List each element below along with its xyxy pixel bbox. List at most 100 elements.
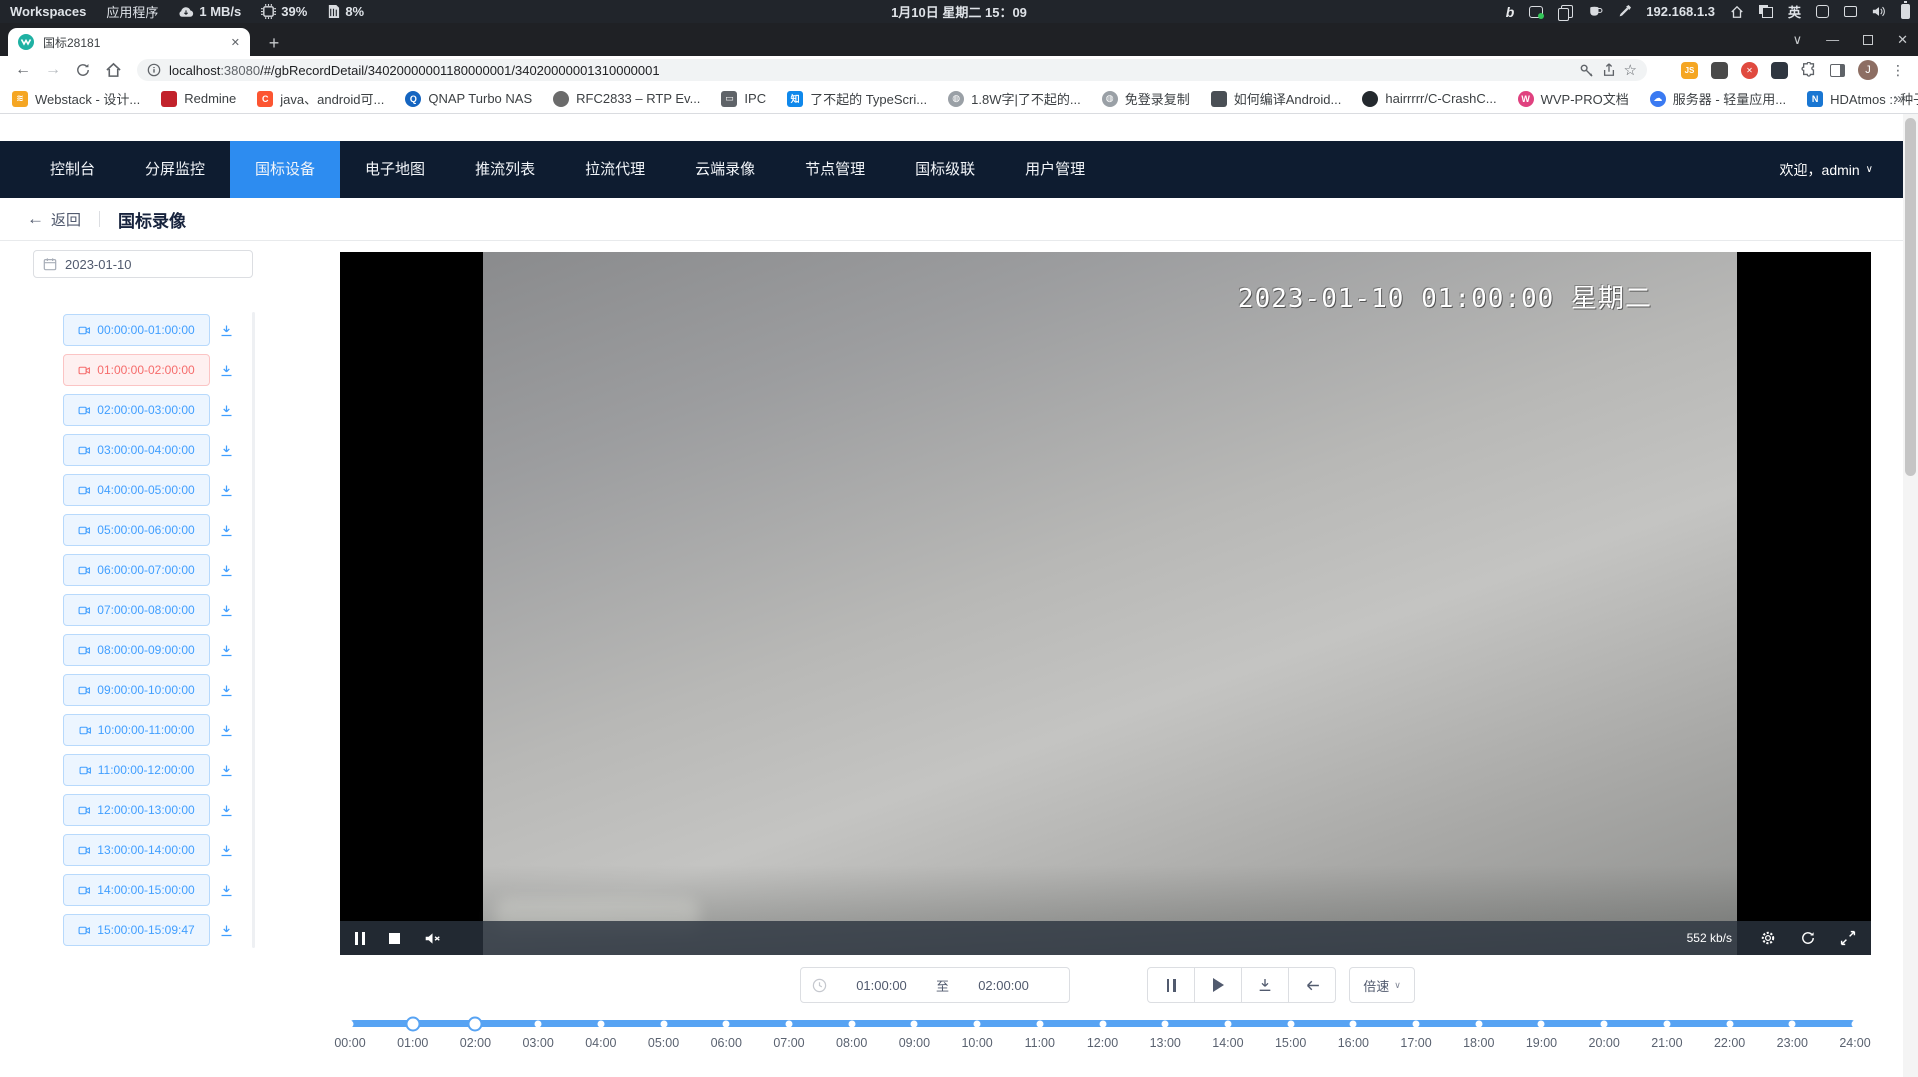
pause-button[interactable] bbox=[1147, 967, 1195, 1003]
timeline-slider[interactable] bbox=[350, 1012, 1855, 1032]
timeline-handle[interactable] bbox=[468, 1016, 483, 1031]
segment-download-icon[interactable] bbox=[219, 603, 234, 618]
timeline-handle[interactable] bbox=[405, 1016, 420, 1031]
bookmark-item[interactable]: Cjava、android可... bbox=[257, 89, 384, 108]
recording-segment-button[interactable]: 00:00:00-01:00:00 bbox=[63, 314, 210, 346]
time-range-input[interactable]: 01:00:00 至 02:00:00 bbox=[800, 967, 1070, 1003]
start-time-value[interactable]: 01:00:00 bbox=[827, 978, 936, 993]
player-settings-icon[interactable] bbox=[1760, 930, 1776, 946]
window-close-icon[interactable]: ✕ bbox=[1897, 32, 1908, 48]
address-bar[interactable]: localhost:38080/#/gbRecordDetail/3402000… bbox=[137, 59, 1647, 81]
password-key-icon[interactable] bbox=[1579, 63, 1594, 78]
recording-segment-button[interactable]: 13:00:00-14:00:00 bbox=[63, 834, 210, 866]
segment-download-icon[interactable] bbox=[219, 923, 234, 938]
bookmark-item[interactable]: ◍免登录复制 bbox=[1102, 89, 1190, 108]
toolbar-home-icon[interactable] bbox=[98, 62, 128, 78]
fullscreen-icon[interactable] bbox=[1840, 930, 1856, 946]
window-minimize-icon[interactable]: — bbox=[1826, 32, 1839, 47]
recording-list-scrollbar[interactable] bbox=[252, 312, 255, 948]
nav-item-6[interactable]: 拉流代理 bbox=[560, 141, 670, 198]
volume-muted-icon[interactable] bbox=[424, 931, 441, 946]
recording-segment-button[interactable]: 04:00:00-05:00:00 bbox=[63, 474, 210, 506]
end-time-value[interactable]: 02:00:00 bbox=[949, 978, 1058, 993]
recording-segment-button[interactable]: 10:00:00-11:00:00 bbox=[63, 714, 210, 746]
browser-tab[interactable]: 国标28181 ✕ bbox=[8, 28, 250, 56]
bookmark-item[interactable]: 知了不起的 TypeScri... bbox=[787, 89, 927, 108]
recording-segment-button[interactable]: 12:00:00-13:00:00 bbox=[63, 794, 210, 826]
profile-avatar[interactable]: J bbox=[1858, 60, 1878, 80]
segment-download-icon[interactable] bbox=[219, 323, 234, 338]
segment-download-icon[interactable] bbox=[219, 643, 234, 658]
recording-segment-button[interactable]: 03:00:00-04:00:00 bbox=[63, 434, 210, 466]
recording-segment-button[interactable]: 06:00:00-07:00:00 bbox=[63, 554, 210, 586]
adblock-extension-icon[interactable]: ✕ bbox=[1741, 62, 1758, 79]
bookmark-item[interactable]: ◍1.8W字|了不起的... bbox=[948, 89, 1081, 108]
screenshot-icon[interactable] bbox=[1529, 6, 1543, 18]
nav-item-4[interactable]: 电子地图 bbox=[340, 141, 450, 198]
bookmark-item[interactable]: QQNAP Turbo NAS bbox=[405, 91, 532, 107]
ime-indicator[interactable]: 英 bbox=[1788, 2, 1801, 21]
browser-menu-icon[interactable]: ⋮ bbox=[1891, 62, 1905, 79]
color-picker-icon[interactable] bbox=[1618, 5, 1631, 18]
applications-menu[interactable]: 应用程序 bbox=[106, 2, 158, 21]
home-icon[interactable] bbox=[1730, 5, 1744, 19]
clipboard-icon[interactable] bbox=[1561, 5, 1573, 18]
volume-icon[interactable] bbox=[1872, 5, 1886, 18]
extensions-puzzle-icon[interactable] bbox=[1801, 62, 1817, 78]
nav-item-1[interactable]: 控制台 bbox=[25, 141, 120, 198]
coffee-icon[interactable] bbox=[1588, 5, 1603, 18]
nav-item-3[interactable]: 国标设备 bbox=[230, 141, 340, 198]
bookmark-item[interactable]: 如何编译Android... bbox=[1211, 89, 1342, 108]
extension-js-icon[interactable]: JS bbox=[1681, 62, 1698, 79]
recording-segment-button[interactable]: 11:00:00-12:00:00 bbox=[63, 754, 210, 786]
nav-item-10[interactable]: 用户管理 bbox=[1000, 141, 1110, 198]
clock[interactable]: 1月10日 星期二 15：09 bbox=[891, 2, 1027, 21]
segment-download-icon[interactable] bbox=[219, 843, 234, 858]
reload-icon[interactable] bbox=[68, 62, 98, 78]
bookmark-star-icon[interactable]: ☆ bbox=[1624, 61, 1637, 79]
nav-item-8[interactable]: 节点管理 bbox=[780, 141, 890, 198]
segment-download-icon[interactable] bbox=[219, 403, 234, 418]
user-menu[interactable]: 欢迎，admin ∨ bbox=[1780, 160, 1873, 180]
forward-icon[interactable]: → bbox=[38, 61, 68, 79]
extension-icon-4[interactable] bbox=[1771, 62, 1788, 79]
seek-back-button[interactable] bbox=[1288, 967, 1336, 1003]
segment-download-icon[interactable] bbox=[219, 683, 234, 698]
segment-download-icon[interactable] bbox=[219, 723, 234, 738]
new-tab-button[interactable]: + bbox=[262, 31, 286, 55]
recording-segment-button[interactable]: 05:00:00-06:00:00 bbox=[63, 514, 210, 546]
nav-item-7[interactable]: 云端录像 bbox=[670, 141, 780, 198]
page-scrollbar[interactable] bbox=[1903, 114, 1918, 1077]
download-button[interactable] bbox=[1241, 967, 1289, 1003]
share-icon[interactable] bbox=[1602, 63, 1616, 77]
bookmark-item[interactable]: ▭IPC bbox=[721, 91, 766, 107]
segment-download-icon[interactable] bbox=[219, 563, 234, 578]
segment-download-icon[interactable] bbox=[219, 763, 234, 778]
speed-button[interactable]: 倍速 ∨ bbox=[1349, 967, 1415, 1003]
recording-segment-button[interactable]: 14:00:00-15:00:00 bbox=[63, 874, 210, 906]
segment-download-icon[interactable] bbox=[219, 803, 234, 818]
bookmark-item[interactable]: hairrrrr/C-CrashC... bbox=[1362, 91, 1496, 107]
date-picker[interactable]: 2023-01-10 bbox=[33, 250, 253, 278]
workspace-switcher-icon[interactable] bbox=[1759, 5, 1773, 18]
recording-segment-button[interactable]: 01:00:00-02:00:00 bbox=[63, 354, 210, 386]
tab-search-icon[interactable]: ∨ bbox=[1793, 32, 1803, 48]
bookmarks-overflow-icon[interactable]: » bbox=[1894, 90, 1902, 107]
extension-icon-2[interactable] bbox=[1711, 62, 1728, 79]
nav-item-2[interactable]: 分屏监控 bbox=[120, 141, 230, 198]
recording-segment-button[interactable]: 15:00:00-15:09:47 bbox=[63, 914, 210, 946]
segment-download-icon[interactable] bbox=[219, 523, 234, 538]
recording-segment-button[interactable]: 08:00:00-09:00:00 bbox=[63, 634, 210, 666]
window-maximize-icon[interactable] bbox=[1863, 35, 1873, 45]
segment-download-icon[interactable] bbox=[219, 443, 234, 458]
video-player[interactable]: 2023-01-10 01:00:00 星期二 552 kb/s bbox=[340, 252, 1871, 955]
bookmark-item[interactable]: ≋Webstack - 设计... bbox=[12, 89, 140, 108]
play-button[interactable] bbox=[1194, 967, 1242, 1003]
bookmark-item[interactable]: Redmine bbox=[161, 91, 236, 107]
segment-download-icon[interactable] bbox=[219, 883, 234, 898]
ip-address[interactable]: 192.168.1.3 bbox=[1646, 4, 1715, 19]
tablet-icon[interactable] bbox=[1816, 5, 1829, 18]
recording-segment-button[interactable]: 09:00:00-10:00:00 bbox=[63, 674, 210, 706]
recording-segment-button[interactable]: 02:00:00-03:00:00 bbox=[63, 394, 210, 426]
recording-segment-button[interactable]: 07:00:00-08:00:00 bbox=[63, 594, 210, 626]
